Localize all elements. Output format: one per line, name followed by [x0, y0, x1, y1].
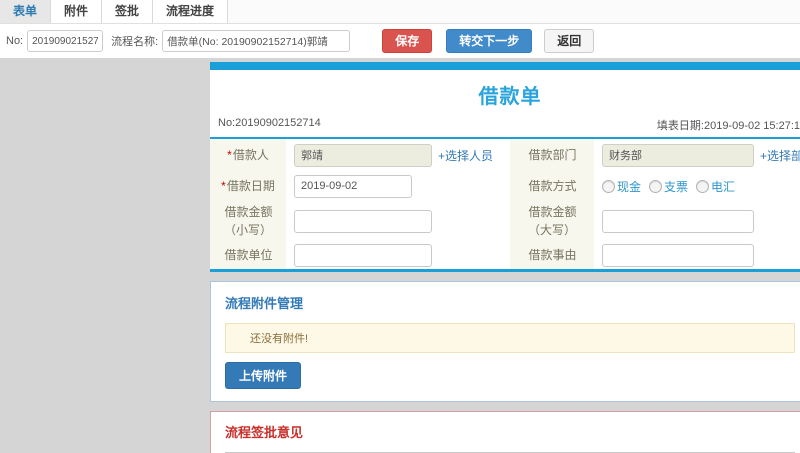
- borrow-reason-label: 借款事由: [510, 241, 594, 269]
- borrow-unit-input[interactable]: [294, 243, 432, 267]
- tab-attachments[interactable]: 附件: [51, 0, 103, 23]
- card-top-accent-bar: [210, 62, 800, 70]
- form-row-amount: 借款金额（小写） 借款金额（大写）: [210, 201, 800, 241]
- tab-bar: 表单 附件 签批 流程进度: [0, 0, 800, 24]
- main-area: 借款单 No:20190902152714 填表日期:2019-09-02 15…: [0, 58, 800, 453]
- borrow-unit-label: 借款单位: [210, 241, 286, 269]
- upload-attachment-button[interactable]: 上传附件: [225, 362, 302, 389]
- amount-upper-input[interactable]: [602, 209, 754, 233]
- back-button[interactable]: 返回: [544, 29, 595, 53]
- attachments-heading: 流程附件管理: [225, 296, 304, 311]
- form-panel-wrap: 借款单 No:20190902152714 填表日期:2019-09-02 15…: [210, 62, 800, 453]
- radio-wire-transfer[interactable]: 电汇: [696, 178, 735, 195]
- payment-method-label: 借款方式: [510, 171, 594, 201]
- radio-button-icon: [649, 179, 663, 193]
- amount-lower-input[interactable]: [294, 209, 432, 233]
- tab-approval[interactable]: 签批: [102, 0, 154, 23]
- borrower-label: *借款人: [210, 139, 286, 171]
- borrow-date-label: *借款日期: [210, 171, 286, 201]
- borrow-dept-label: 借款部门: [510, 139, 594, 171]
- form-meta-row: No:20190902152714 填表日期:2019-09-02 15:27:…: [210, 115, 800, 137]
- borrower-input[interactable]: [294, 143, 432, 167]
- radio-button-icon: [696, 179, 710, 193]
- form-date-text: 填表日期:2019-09-02 15:27:1: [656, 120, 800, 132]
- form-row-date-method: *借款日期 借款方式 现金: [210, 171, 800, 201]
- attachments-panel: 流程附件管理 还没有附件! 上传附件: [210, 281, 800, 402]
- flow-no-label: No:: [6, 35, 24, 47]
- form-row-borrower: *借款人 +选择人员 借款部门 +选择部门: [210, 139, 800, 171]
- form-title: 借款单: [478, 86, 542, 108]
- save-button[interactable]: 保存: [382, 29, 433, 53]
- column-gap: [484, 139, 510, 171]
- column-gap: [484, 201, 510, 241]
- form-no-text: No:20190902152714: [218, 117, 321, 129]
- loan-form-card: 借款单 No:20190902152714 填表日期:2019-09-02 15…: [210, 62, 800, 272]
- borrow-dept-input[interactable]: [602, 143, 754, 167]
- column-gap: [484, 241, 510, 269]
- tab-progress[interactable]: 流程进度: [153, 0, 229, 23]
- flow-name-input[interactable]: [162, 30, 351, 52]
- form-row-unit-reason: 借款单位 借款事由: [210, 241, 800, 269]
- approval-heading: 流程签批意见: [225, 425, 304, 440]
- toolbar: No: 流程名称: 保存 转交下一步 返回: [0, 24, 800, 59]
- tab-form[interactable]: 表单: [0, 0, 52, 23]
- card-bottom-accent-bar: [210, 269, 800, 272]
- amount-upper-label: 借款金额（大写）: [510, 201, 594, 241]
- flow-name-label: 流程名称:: [111, 36, 159, 48]
- flow-no-input[interactable]: [27, 30, 104, 52]
- column-gap: [484, 171, 510, 201]
- radio-cheque[interactable]: 支票: [649, 178, 688, 195]
- forward-next-step-button[interactable]: 转交下一步: [446, 29, 533, 53]
- select-dept-link[interactable]: +选择部门: [760, 147, 800, 164]
- no-attachments-alert: 还没有附件!: [225, 323, 795, 353]
- borrow-reason-input[interactable]: [602, 243, 754, 267]
- radio-button-icon: [602, 179, 615, 193]
- payment-method-radios: 现金 支票 电汇: [602, 178, 735, 195]
- amount-lower-label: 借款金额（小写）: [210, 201, 286, 241]
- borrow-date-input[interactable]: [294, 174, 412, 198]
- radio-cash[interactable]: 现金: [602, 178, 641, 195]
- approval-panel: 流程签批意见 BIabc✎123”样式▾格式▾: [210, 411, 800, 453]
